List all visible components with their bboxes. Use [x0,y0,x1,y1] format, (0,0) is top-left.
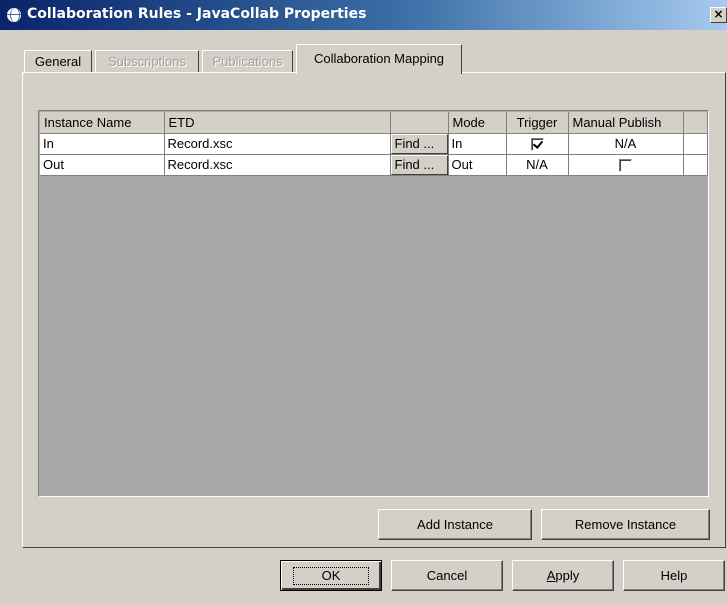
cell-mode[interactable]: Out [448,154,507,176]
cell-etd[interactable]: Record.xsc [164,154,391,176]
cancel-button[interactable]: Cancel [391,560,503,591]
col-mode[interactable]: Mode [448,112,507,134]
col-extra [683,112,708,134]
manual-publish-checkbox[interactable] [619,159,632,173]
cell-manual-publish[interactable]: N/A [568,133,684,155]
apply-button[interactable]: Apply [512,560,614,591]
find-button[interactable]: Find ... [390,133,448,154]
add-instance-button[interactable]: Add Instance [378,509,532,540]
help-button[interactable]: Help [623,560,725,591]
title-bar: Collaboration Rules - JavaCollab Propert… [0,0,727,30]
cell-find: Find ... [390,133,449,155]
tab-collaboration-mapping[interactable]: Collaboration Mapping [296,44,462,74]
cell-manual-publish[interactable] [568,154,684,176]
table-header-row: Instance Name ETD Mode Trigger Manual Pu… [40,112,708,134]
cell-instance-name[interactable]: In [40,133,165,155]
table-row[interactable]: In Record.xsc Find ... In N/A [40,133,708,155]
col-instance-name[interactable]: Instance Name [40,112,165,134]
cell-instance-name[interactable]: Out [40,154,165,176]
ok-button[interactable]: OK [280,560,382,591]
cell-etd[interactable]: Record.xsc [164,133,391,155]
cell-find: Find ... [390,154,449,176]
cell-extra [683,133,708,155]
window-title: Collaboration Rules - JavaCollab Propert… [27,6,367,22]
col-manual-publish[interactable]: Manual Publish [568,112,684,134]
tab-subscriptions[interactable]: Subscriptions [95,50,199,72]
trigger-checkbox[interactable] [530,138,544,152]
col-find[interactable] [390,112,449,134]
cell-trigger[interactable]: N/A [506,154,569,176]
col-etd[interactable]: ETD [164,112,391,134]
globe-icon [6,7,22,23]
find-button[interactable]: Find ... [390,154,448,175]
remove-instance-button[interactable]: Remove Instance [541,509,710,540]
close-button[interactable]: × [710,7,727,23]
instance-table: Instance Name ETD Mode Trigger Manual Pu… [40,112,708,176]
col-trigger[interactable]: Trigger [506,112,569,134]
cell-extra [683,154,708,176]
apply-label-rest: pply [555,568,580,583]
ok-label: OK [292,567,370,585]
tab-general[interactable]: General [24,50,92,72]
cell-trigger[interactable] [506,133,569,155]
tab-publications[interactable]: Publications [202,50,293,72]
table-row[interactable]: Out Record.xsc Find ... Out N/A [40,154,708,176]
cell-mode[interactable]: In [448,133,507,155]
